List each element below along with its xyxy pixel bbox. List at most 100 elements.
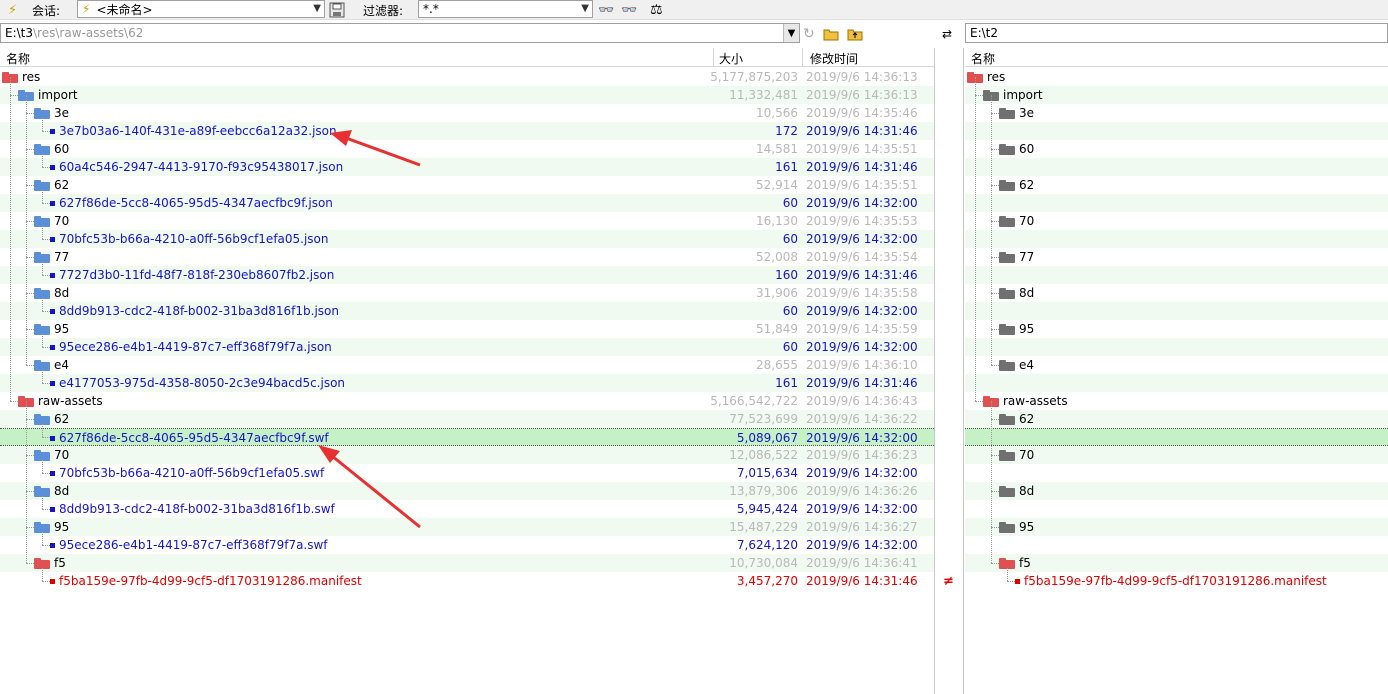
- tree-file-row[interactable]: f5ba159e-97fb-4d99-9cf5-df1703191286.man…: [0, 572, 934, 590]
- tree-folder-row[interactable]: 8d: [999, 482, 1379, 500]
- row-name: e4: [54, 358, 70, 372]
- tree-folder-row[interactable]: 70 16,130 2019/9/6 14:35:53: [0, 212, 934, 230]
- open-folder-icon[interactable]: [823, 24, 839, 44]
- file-icon: [50, 164, 55, 170]
- row-name-cell: f5ba159e-97fb-4d99-9cf5-df1703191286.man…: [50, 572, 362, 590]
- row-size: 16,130: [756, 214, 798, 228]
- tree-connector: [42, 532, 43, 545]
- tree-folder-row[interactable]: 62: [999, 176, 1379, 194]
- tree-folder-row[interactable]: 8d: [999, 284, 1379, 302]
- tree-file-row[interactable]: 8dd9b913-cdc2-418f-b002-31ba3d816f1b.jso…: [0, 302, 934, 320]
- tree-folder-row[interactable]: 3e: [999, 104, 1379, 122]
- tree-file-row[interactable]: e4177053-975d-4358-8050-2c3e94bacd5c.jso…: [0, 374, 934, 392]
- tree-folder-row[interactable]: f5 10,730,084 2019/9/6 14:36:41: [0, 554, 934, 572]
- tree-connector: [991, 527, 999, 528]
- row-name-cell: 8d: [34, 482, 69, 500]
- row-size: 5,089,067: [736, 431, 798, 445]
- tree-folder-row[interactable]: 8d 13,879,306 2019/9/6 14:36:26: [0, 482, 934, 500]
- right-path-input[interactable]: E:\t2: [965, 23, 1388, 43]
- tree-file-row[interactable]: 627f86de-5cc8-4065-95d5-4347aecfbc9f.jso…: [0, 194, 934, 212]
- up-folder-icon[interactable]: [847, 24, 863, 44]
- header-divider[interactable]: [713, 48, 714, 67]
- filter-select[interactable]: *.* ▼: [418, 0, 593, 18]
- scale-compare-icon[interactable]: ⚖: [650, 0, 663, 20]
- row-time: 2019/9/6 14:31:46: [806, 376, 918, 390]
- session-select[interactable]: ⚡ <未命名> ▼: [77, 0, 325, 18]
- refresh-icon[interactable]: ↻: [803, 24, 815, 44]
- header-time[interactable]: 修改时间: [810, 50, 858, 67]
- row-name: 77: [54, 250, 70, 264]
- tree-file-row[interactable]: 627f86de-5cc8-4065-95d5-4347aecfbc9f.swf…: [0, 428, 934, 446]
- tree-connector: [991, 221, 999, 222]
- row-size: 12,086,522: [729, 448, 798, 462]
- tree-folder-row[interactable]: 60: [999, 140, 1379, 158]
- tree-folder-row[interactable]: import: [983, 86, 1363, 104]
- tree-folder-row[interactable]: 70: [999, 446, 1379, 464]
- row-time: 2019/9/6 14:31:46: [806, 160, 918, 174]
- tree-file-row[interactable]: 7727d3b0-11fd-48f7-818f-230eb8607fb2.jso…: [0, 266, 934, 284]
- tree-folder-row[interactable]: raw-assets 5,166,542,722 2019/9/6 14:36:43: [0, 392, 934, 410]
- folder-icon: [34, 323, 50, 335]
- chevron-down-icon: ▼: [787, 27, 796, 39]
- tree-folder-row[interactable]: 95 51,849 2019/9/6 14:35:59: [0, 320, 934, 338]
- tree-folder-row[interactable]: 62 52,914 2019/9/6 14:35:51: [0, 176, 934, 194]
- tree-folder-row[interactable]: 77: [999, 248, 1379, 266]
- tree-folder-row[interactable]: 60 14,581 2019/9/6 14:35:51: [0, 140, 934, 158]
- tree-folder-row[interactable]: 70: [999, 212, 1379, 230]
- tree-folder-row[interactable]: 95 15,487,229 2019/9/6 14:36:27: [0, 518, 934, 536]
- row-size: 160: [775, 268, 798, 282]
- tree-folder-row[interactable]: e4: [999, 356, 1379, 374]
- session-value: <未命名>: [96, 2, 153, 17]
- tree-folder-row[interactable]: 70 12,086,522 2019/9/6 14:36:23: [0, 446, 934, 464]
- tree-file-row[interactable]: 3e7b03a6-140f-431e-a89f-eebcc6a12a32.jso…: [0, 122, 934, 140]
- left-path-dropdown[interactable]: ▼: [783, 24, 799, 42]
- row-size: 60: [782, 196, 798, 210]
- tree-connector: [991, 185, 999, 186]
- tree-file-row[interactable]: 95ece286-e4b1-4419-87c7-eff368f79f7a.swf…: [0, 536, 934, 554]
- row-name: 8d: [54, 484, 70, 498]
- tree-connector: [26, 95, 27, 365]
- header-size[interactable]: 大小: [719, 50, 743, 67]
- row-size: 11,332,481: [729, 88, 798, 102]
- tree-folder-row[interactable]: raw-assets: [983, 392, 1363, 410]
- folder-icon: [34, 557, 50, 569]
- tree-folder-row[interactable]: e4 28,655 2019/9/6 14:36:10: [0, 356, 934, 374]
- row-name: 70: [1019, 214, 1035, 228]
- row-name-cell: 60: [34, 140, 69, 158]
- file-icon: [50, 380, 55, 386]
- row-name-cell: 62: [34, 410, 69, 428]
- hide-diff-glasses-icon[interactable]: 👓: [621, 0, 637, 20]
- save-session-icon[interactable]: [329, 0, 345, 20]
- tree-file-row[interactable]: 60a4c546-2947-4413-9170-f93c95438017.jso…: [0, 158, 934, 176]
- tree-folder-row[interactable]: 95: [999, 320, 1379, 338]
- row-name: f5ba159e-97fb-4d99-9cf5-df1703191286.man…: [59, 574, 362, 588]
- row-name: 62: [1019, 178, 1035, 192]
- tree-file-row[interactable]: f5ba159e-97fb-4d99-9cf5-df1703191286.man…: [1015, 572, 1388, 590]
- header-name-right[interactable]: 名称: [971, 50, 995, 67]
- tree-file-row[interactable]: 70bfc53b-b66a-4210-a0ff-56b9cf1efa05.jso…: [0, 230, 934, 248]
- tree-folder-row[interactable]: f5: [999, 554, 1379, 572]
- file-icon: [50, 542, 55, 548]
- tree-connector: [42, 545, 50, 546]
- tree-folder-row[interactable]: 3e 10,566 2019/9/6 14:35:46: [0, 104, 934, 122]
- header-name[interactable]: 名称: [6, 50, 30, 67]
- tree-connector: [26, 491, 34, 492]
- tree-folder-row[interactable]: 62 77,523,699 2019/9/6 14:36:22: [0, 410, 934, 428]
- show-diff-glasses-icon[interactable]: 👓: [598, 0, 614, 20]
- tree-folder-row[interactable]: 77 52,008 2019/9/6 14:35:54: [0, 248, 934, 266]
- tree-file-row[interactable]: 8dd9b913-cdc2-418f-b002-31ba3d816f1b.swf…: [0, 500, 934, 518]
- tree-folder-row[interactable]: res 5,177,875,203 2019/9/6 14:36:13: [0, 68, 934, 86]
- left-path-input[interactable]: E:\t3 \res\raw-assets\62: [0, 23, 800, 43]
- tree-folder-row[interactable]: import 11,332,481 2019/9/6 14:36:13: [0, 86, 934, 104]
- tree-file-row[interactable]: 95ece286-e4b1-4419-87c7-eff368f79f7a.jso…: [0, 338, 934, 356]
- tree-folder-row[interactable]: 95: [999, 518, 1379, 536]
- tree-folder-row[interactable]: res: [967, 68, 1347, 86]
- tree-file-row[interactable]: 70bfc53b-b66a-4210-a0ff-56b9cf1efa05.swf…: [0, 464, 934, 482]
- session-bolt-icon: ⚡: [82, 2, 91, 16]
- tree-folder-row[interactable]: 8d 31,906 2019/9/6 14:35:58: [0, 284, 934, 302]
- swap-sides-icon[interactable]: ⇄: [942, 24, 952, 44]
- header-divider[interactable]: [802, 48, 803, 67]
- tree-folder-row[interactable]: 62: [999, 410, 1379, 428]
- row-name-cell: 8d: [999, 482, 1034, 500]
- row-name-cell: e4: [999, 356, 1034, 374]
